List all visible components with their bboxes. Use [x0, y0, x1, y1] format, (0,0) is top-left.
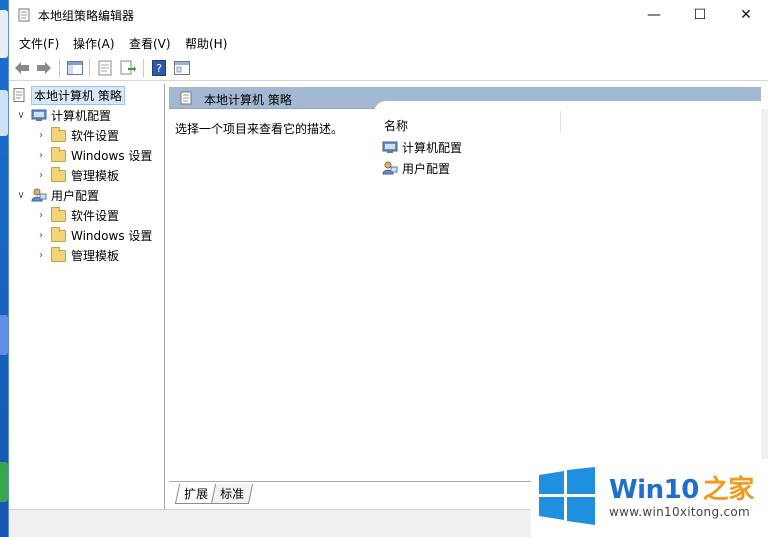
toolbar-separator [89, 59, 90, 77]
toolbar-separator [143, 59, 144, 77]
chevron-right-icon[interactable]: › [35, 209, 47, 221]
items-list[interactable]: 名称 计算机配置 用户配置 [374, 101, 761, 481]
tree-item-label: 管理模板 [71, 248, 120, 263]
tree-item-label: 计算机配置 [51, 108, 112, 123]
tree-item-admin-templates[interactable]: › 管理模板 [35, 165, 119, 185]
minimize-button[interactable]: — [631, 0, 677, 30]
folder-icon [51, 147, 66, 162]
policy-document-icon [18, 8, 30, 22]
toolbar-separator [59, 59, 60, 77]
window-title: 本地组策略编辑器 [38, 9, 135, 23]
close-button[interactable]: ✕ [723, 0, 768, 30]
details-pane: 本地计算机 策略 选择一个项目来查看它的描述。 名称 计算机配置 用户配置 扩展… [169, 84, 768, 509]
description-text: 选择一个项目来查看它的描述。 [175, 122, 344, 136]
desktop-shortcut[interactable] [0, 315, 8, 355]
policy-document-icon [180, 91, 192, 105]
user-config-icon [31, 188, 47, 202]
tree-item-windows-settings[interactable]: › Windows 设置 [35, 145, 152, 165]
chevron-right-icon[interactable]: › [35, 249, 47, 261]
tree-item-label: 管理模板 [71, 168, 120, 183]
menu-view[interactable]: 查看(V) [129, 35, 171, 52]
chevron-right-icon[interactable]: › [35, 229, 47, 241]
tree-item-label: 用户配置 [51, 188, 100, 203]
desktop-shortcut[interactable] [0, 462, 8, 502]
tree-item-label: 软件设置 [71, 208, 120, 223]
title-bar[interactable]: 本地组策略编辑器 — ☐ ✕ [9, 0, 768, 30]
list-item-label: 计算机配置 [402, 140, 463, 155]
list-item-computer-config[interactable]: 计算机配置 [382, 137, 462, 157]
tree-item-label: 本地计算机 策略 [31, 85, 125, 105]
maximize-button[interactable]: ☐ [677, 0, 723, 30]
forward-icon[interactable] [35, 59, 53, 77]
tree-item-user-config[interactable]: ∨ 用户配置 [15, 185, 99, 205]
watermark: Win10 之家 www.win10xitong.com [531, 459, 768, 537]
menu-bar: 文件(F) 操作(A) 查看(V) 帮助(H) [9, 32, 768, 54]
tree-item-label: 软件设置 [71, 128, 120, 143]
help-icon[interactable]: ? [150, 59, 168, 77]
watermark-url: www.win10xitong.com [609, 505, 751, 519]
properties-icon[interactable] [96, 59, 114, 77]
export-list-icon[interactable] [119, 59, 137, 77]
tree-item-software-settings[interactable]: › 软件设置 [35, 205, 119, 225]
view-icon[interactable] [173, 59, 191, 77]
chevron-right-icon[interactable]: › [35, 149, 47, 161]
column-header-name[interactable]: 名称 [384, 117, 408, 134]
vertical-scrollbar[interactable] [761, 109, 768, 479]
desktop-shortcut[interactable] [0, 90, 8, 136]
tree-item-computer-config[interactable]: ∨ 计算机配置 [15, 105, 111, 125]
menu-help[interactable]: 帮助(H) [185, 35, 227, 52]
list-item-label: 用户配置 [402, 161, 451, 176]
menu-action[interactable]: 操作(A) [73, 35, 115, 52]
chevron-right-icon[interactable]: › [35, 169, 47, 181]
folder-icon [51, 227, 66, 242]
computer-config-icon [31, 109, 47, 121]
list-item-user-config[interactable]: 用户配置 [382, 158, 450, 178]
computer-config-icon [382, 141, 398, 153]
folder-icon [51, 167, 66, 182]
svg-text:?: ? [156, 62, 162, 75]
watermark-title: Win10 之家 [609, 475, 754, 505]
tree-pane[interactable]: 本地计算机 策略 ∨ 计算机配置 › 软件设置 › Windows 设置 › 管… [9, 84, 165, 509]
tree-item-label: Windows 设置 [71, 148, 153, 163]
desktop-shortcut[interactable] [0, 10, 8, 58]
policy-document-icon [13, 88, 25, 102]
group-policy-editor-window: 本地组策略编辑器 — ☐ ✕ 文件(F) 操作(A) 查看(V) 帮助(H) ? [8, 0, 768, 537]
tree-item-software-settings[interactable]: › 软件设置 [35, 125, 119, 145]
tab-standard[interactable]: 标准 [210, 484, 254, 504]
tree-item-label: Windows 设置 [71, 228, 153, 243]
column-separator[interactable] [560, 111, 561, 133]
windows-logo-icon [539, 467, 595, 525]
back-icon[interactable] [13, 59, 31, 77]
chevron-down-icon[interactable]: ∨ [15, 109, 27, 121]
show-hide-tree-icon[interactable] [66, 59, 84, 77]
chevron-down-icon[interactable]: ∨ [15, 189, 27, 201]
chevron-right-icon[interactable]: › [35, 129, 47, 141]
folder-icon [51, 207, 66, 222]
tree-item-windows-settings[interactable]: › Windows 设置 [35, 225, 152, 245]
toolbar: ? [9, 55, 768, 81]
folder-icon [51, 247, 66, 262]
folder-icon [51, 127, 66, 142]
tree-item-root[interactable]: 本地计算机 策略 [11, 85, 125, 105]
main-content: 本地计算机 策略 ∨ 计算机配置 › 软件设置 › Windows 设置 › 管… [9, 84, 768, 509]
user-config-icon [382, 161, 398, 175]
menu-file[interactable]: 文件(F) [19, 35, 59, 52]
details-header-title: 本地计算机 策略 [204, 93, 292, 107]
tree-item-admin-templates[interactable]: › 管理模板 [35, 245, 119, 265]
